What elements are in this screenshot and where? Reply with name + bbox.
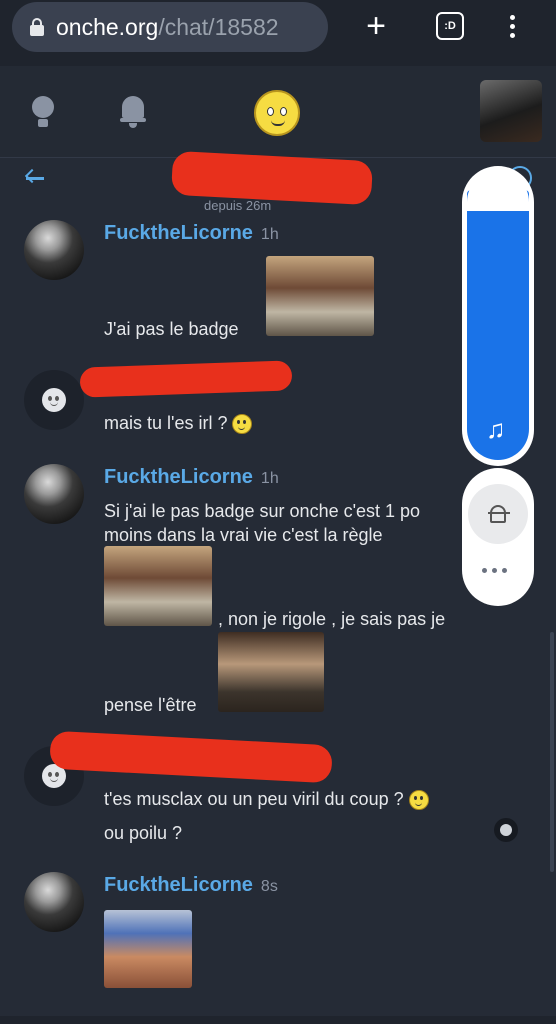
author-name: FucktheLicorne — [104, 874, 253, 896]
user-avatar[interactable] — [480, 80, 542, 142]
sticker-image — [104, 910, 192, 988]
message-text: moins dans la vrai vie c'est la règle — [104, 525, 383, 545]
more-options-button[interactable] — [482, 568, 507, 573]
avatar[interactable] — [24, 464, 84, 524]
sticker-image — [104, 546, 212, 626]
message-author[interactable]: FucktheLicorne 8s — [104, 874, 278, 897]
smiley-icon — [408, 790, 429, 811]
bottom-edge — [0, 1016, 556, 1024]
message-line: mais tu l'es irl ? — [104, 413, 228, 433]
redaction-scribble — [49, 730, 333, 784]
message-time: 1h — [260, 226, 279, 243]
scrollbar[interactable] — [550, 632, 554, 872]
new-tab-button[interactable]: + — [356, 6, 396, 46]
url-domain: onche.org — [56, 13, 159, 40]
music-note-icon[interactable]: ♫ — [486, 414, 506, 445]
sticker-image — [266, 256, 374, 336]
avatar[interactable] — [24, 220, 84, 280]
avatar[interactable] — [24, 872, 84, 932]
tab-count: :D — [436, 12, 464, 40]
lightbulb-icon[interactable] — [32, 96, 54, 128]
smiley-icon — [232, 414, 253, 435]
url-text: onche.org/chat/18582 — [56, 14, 279, 41]
message-text: ou poilu ? — [104, 823, 183, 843]
bell-icon[interactable] — [120, 96, 146, 128]
message-line: t'es musclax ou un peu viril du coup ? — [104, 789, 404, 809]
author-name: FucktheLicorne — [104, 466, 253, 488]
message-text: mais tu l'es irl ? — [104, 410, 253, 436]
bell-off-icon[interactable] — [468, 484, 528, 544]
browser-menu-button[interactable] — [492, 6, 532, 46]
author-name: FucktheLicorne — [104, 222, 253, 244]
smiley-icon[interactable] — [254, 90, 300, 136]
tab-switcher-button[interactable]: :D — [430, 6, 470, 46]
redaction-scribble — [79, 360, 293, 398]
lock-icon — [30, 18, 44, 36]
topic-subtitle: depuis 26m — [204, 198, 272, 213]
message-text: , non je rigole , je sais pas je — [218, 609, 446, 629]
volume-fill-top — [467, 171, 529, 211]
message-text: t'es musclax ou un peu viril du coup ? — [104, 786, 429, 812]
back-arrow-icon[interactable] — [24, 168, 48, 188]
message-text: pense l'être — [104, 695, 197, 715]
sticker-image — [218, 632, 324, 712]
message-text: Si j'ai le pas badge sur onche c'est 1 p… — [104, 501, 421, 521]
mute-slash — [488, 512, 510, 514]
message-text: J'ai pas le badge — [104, 319, 239, 339]
avatar[interactable] — [24, 370, 84, 430]
browser-toolbar: onche.org/chat/18582 + :D — [0, 0, 556, 66]
reaction-button[interactable] — [494, 818, 518, 842]
smiley-icon — [500, 824, 512, 836]
message-time: 1h — [260, 470, 279, 487]
message-author[interactable]: FucktheLicorne 1h — [104, 466, 279, 489]
address-bar[interactable]: onche.org/chat/18582 — [12, 2, 328, 52]
url-path: /chat/18582 — [158, 13, 279, 40]
message-author[interactable]: FucktheLicorne 1h — [104, 222, 279, 245]
smiley-icon — [42, 388, 66, 412]
message-time: 8s — [260, 878, 278, 895]
app-header — [0, 66, 556, 158]
